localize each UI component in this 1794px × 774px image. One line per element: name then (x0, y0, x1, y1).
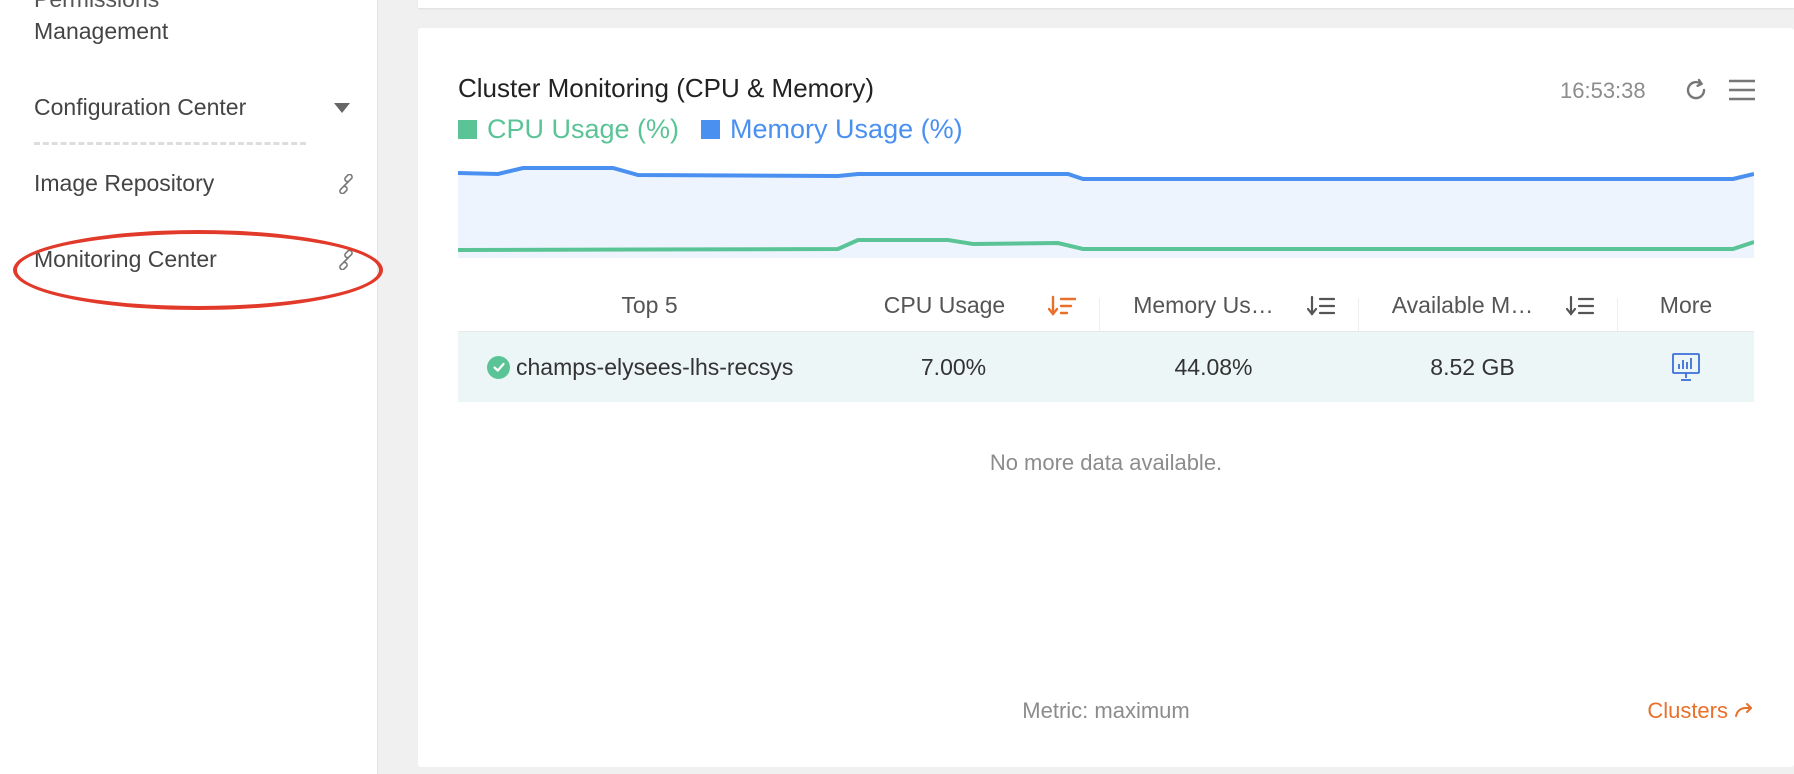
sidebar-item-label: Monitoring Center (34, 246, 217, 272)
column-header-available-memory[interactable]: Available M… (1359, 280, 1618, 331)
link-icon (339, 173, 353, 194)
last-updated-time: 16:53:38 (1560, 78, 1646, 103)
sort-desc-active-icon[interactable] (1048, 294, 1076, 318)
column-header-more: More (1659, 292, 1713, 318)
column-header-label: CPU Usage (883, 292, 1006, 318)
link-icon (339, 249, 353, 270)
legend-swatch (701, 120, 721, 139)
menu-icon[interactable] (1727, 76, 1757, 104)
sort-icon[interactable] (1566, 294, 1594, 318)
sidebar-item-permissions-label-line1[interactable]: Permissions (34, 0, 159, 13)
column-header-label: Memory Us… (1133, 292, 1274, 318)
cluster-name-cell: champs-elysees-lhs-recsys (458, 354, 841, 381)
chevron-down-icon[interactable] (334, 102, 350, 113)
memory-area (458, 168, 1754, 258)
sidebar-item-label: Image Repository (34, 170, 215, 196)
chart-legend: CPU Usage (%) Memory Usage (%) (458, 114, 985, 145)
sidebar-divider (34, 142, 306, 145)
legend-item-memory[interactable]: Memory Usage (%) (701, 114, 963, 145)
sidebar-item-image-repository[interactable]: Image Repository (34, 170, 356, 197)
table-header: Top 5 CPU Usage Memory Us… Available M… … (458, 280, 1754, 332)
sidebar: Permissions Management Configuration Cen… (0, 0, 383, 774)
empty-message: No more data available. (989, 450, 1223, 475)
sidebar-item-permissions-label-line2[interactable]: Management (34, 18, 168, 45)
sidebar-item-configuration-center[interactable]: Configuration Center (34, 94, 350, 121)
metric-label: Metric: maximum (1022, 698, 1190, 723)
table-row[interactable]: champs-elysees-lhs-recsys 7.00% 44.08% 8… (458, 332, 1754, 402)
sidebar-item-label: Configuration Center (34, 94, 247, 120)
legend-swatch (458, 120, 477, 139)
legend-item-cpu[interactable]: CPU Usage (%) (458, 114, 679, 145)
arrow-right-icon (1735, 703, 1752, 717)
previous-card (418, 0, 1794, 8)
column-header-label: Available M… (1391, 292, 1534, 318)
cluster-name[interactable]: champs-elysees-lhs-recsys (516, 354, 793, 381)
card-title: Cluster Monitoring (CPU & Memory) (458, 73, 875, 103)
cluster-monitoring-card: Cluster Monitoring (CPU & Memory) 16:53:… (418, 28, 1794, 767)
more-cell (1618, 351, 1754, 383)
sort-icon[interactable] (1307, 294, 1335, 318)
usage-sparkline-chart (458, 166, 1754, 258)
column-header-name: Top 5 (621, 292, 678, 318)
sidebar-item-monitoring-center[interactable]: Monitoring Center (34, 246, 356, 273)
legend-label: CPU Usage (%) (487, 114, 680, 144)
column-header-cpu[interactable]: CPU Usage (841, 280, 1100, 331)
clusters-link[interactable]: Clusters (1647, 698, 1754, 724)
available-memory-cell: 8.52 GB (1430, 353, 1515, 380)
status-ok-icon (487, 355, 510, 379)
column-header-memory[interactable]: Memory Us… (1100, 280, 1359, 331)
refresh-icon[interactable] (1682, 76, 1710, 104)
memory-usage-cell: 44.08% (1174, 353, 1253, 380)
clusters-link-label: Clusters (1647, 698, 1728, 723)
cpu-usage-cell: 7.00% (920, 353, 987, 380)
top-clusters-table: Top 5 CPU Usage Memory Us… Available M… … (458, 280, 1754, 402)
monitor-chart-icon[interactable] (1670, 351, 1702, 383)
legend-label: Memory Usage (%) (730, 114, 963, 144)
